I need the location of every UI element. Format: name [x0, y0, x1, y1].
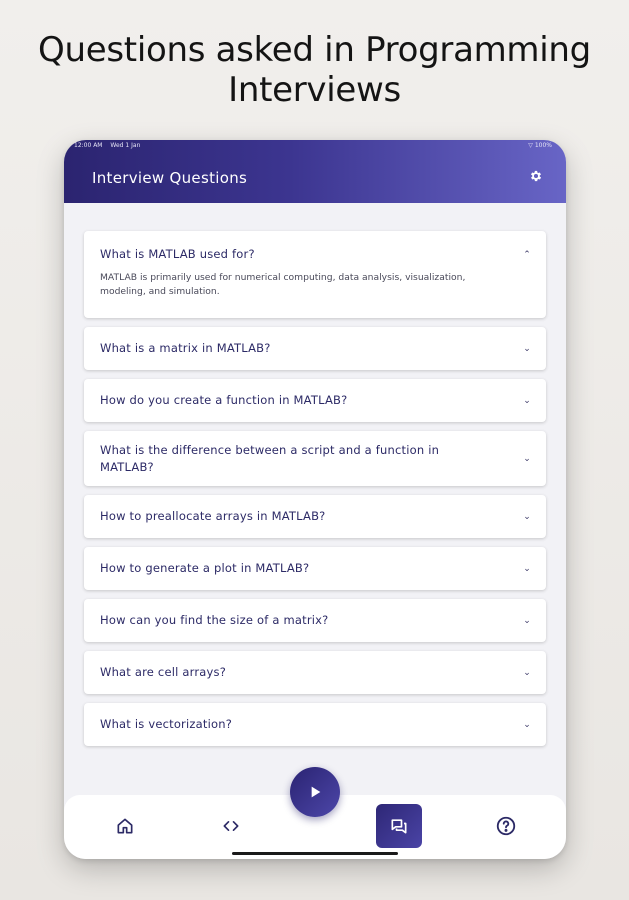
chevron-down-icon[interactable]: ⌄	[522, 615, 532, 625]
chevron-down-icon[interactable]: ⌄	[522, 395, 532, 405]
chevron-down-icon[interactable]: ⌄	[522, 511, 532, 521]
chevron-down-icon[interactable]: ⌄	[522, 453, 532, 463]
question-text: How to preallocate arrays in MATLAB?	[100, 509, 326, 523]
chevron-up-icon[interactable]: ⌃	[522, 249, 532, 259]
play-icon	[311, 786, 321, 798]
question-card-6[interactable]: How can you find the size of a matrix? ⌄	[84, 599, 546, 642]
code-icon[interactable]	[218, 813, 244, 839]
question-text: How to generate a plot in MATLAB?	[100, 561, 310, 575]
home-indicator	[232, 852, 398, 855]
question-card-5[interactable]: How to generate a plot in MATLAB? ⌄	[84, 547, 546, 590]
question-card-4[interactable]: How to preallocate arrays in MATLAB? ⌄	[84, 495, 546, 538]
headline-line-1: Questions asked in Programming	[38, 30, 591, 70]
tablet-device: 12:00 AM Wed 1 Jan ▽ 100% Interview Ques…	[64, 140, 566, 859]
chevron-down-icon[interactable]: ⌄	[522, 563, 532, 573]
question-card-2[interactable]: How do you create a function in MATLAB? …	[84, 379, 546, 422]
play-button[interactable]	[290, 767, 340, 817]
nav-chat-active[interactable]	[376, 804, 422, 848]
question-text: What is a matrix in MATLAB?	[100, 341, 271, 355]
wifi-icon: ▽	[528, 142, 533, 149]
question-list: What is MATLAB used for? MATLAB is prima…	[84, 231, 546, 755]
question-card-0[interactable]: What is MATLAB used for? MATLAB is prima…	[84, 231, 546, 318]
chevron-down-icon[interactable]: ⌄	[522, 719, 532, 729]
status-time: 12:00 AM	[74, 142, 103, 149]
chevron-down-icon[interactable]: ⌄	[522, 343, 532, 353]
status-date: Wed 1 Jan	[110, 142, 141, 149]
home-icon[interactable]	[112, 813, 138, 839]
answer-text: MATLAB is primarily used for numerical c…	[100, 272, 466, 297]
headline-line-2: Interviews	[228, 70, 401, 110]
question-card-1[interactable]: What is a matrix in MATLAB? ⌄	[84, 327, 546, 370]
question-card-8[interactable]: What is vectorization? ⌄	[84, 703, 546, 746]
question-text: What is MATLAB used for?	[100, 247, 255, 261]
question-text: What are cell arrays?	[100, 665, 227, 679]
question-text: How do you create a function in MATLAB?	[100, 393, 348, 407]
promo-headline: Questions asked in Programming Interview…	[0, 30, 629, 110]
help-icon[interactable]	[493, 813, 519, 839]
status-battery: 100%	[534, 142, 552, 149]
chat-icon	[391, 819, 407, 834]
chevron-down-icon[interactable]: ⌄	[522, 667, 532, 677]
status-bar: 12:00 AM Wed 1 Jan ▽ 100%	[74, 142, 552, 152]
question-text: How can you find the size of a matrix?	[100, 613, 329, 627]
question-card-7[interactable]: What are cell arrays? ⌄	[84, 651, 546, 694]
app-bar: 12:00 AM Wed 1 Jan ▽ 100% Interview Ques…	[64, 140, 566, 203]
gear-icon[interactable]	[528, 169, 544, 185]
question-text: What is the difference between a script …	[100, 443, 440, 474]
app-title: Interview Questions	[92, 169, 248, 187]
question-text: What is vectorization?	[100, 717, 233, 731]
question-card-3[interactable]: What is the difference between a script …	[84, 431, 546, 486]
